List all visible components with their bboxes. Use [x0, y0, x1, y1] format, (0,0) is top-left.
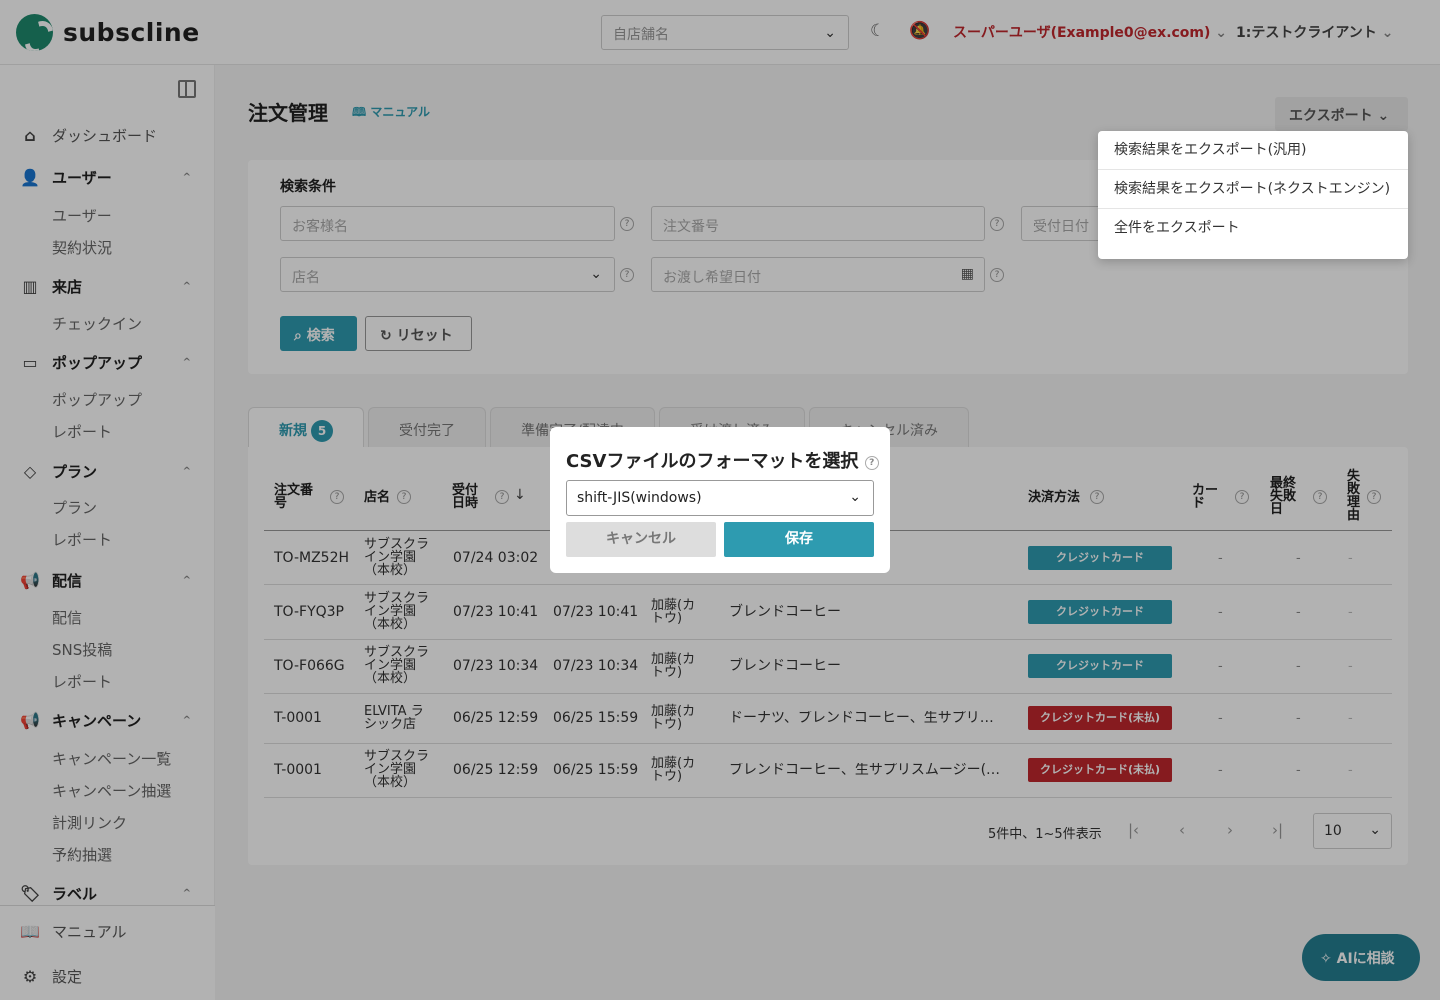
- csv-format-dialog: CSVファイルのフォーマットを選択 ? shift-JIS(windows) ⌄ …: [550, 427, 890, 573]
- dialog-title: CSVファイルのフォーマットを選択 ?: [566, 447, 879, 473]
- csv-format-select[interactable]: shift-JIS(windows) ⌄: [566, 480, 874, 516]
- save-button[interactable]: 保存: [724, 522, 874, 557]
- help-icon[interactable]: ?: [864, 456, 879, 470]
- csv-format-value: shift-JIS(windows): [577, 490, 702, 506]
- export-dropdown-menu: 検索結果をエクスポート(汎用) 検索結果をエクスポート(ネクストエンジン) 全件…: [1098, 131, 1408, 259]
- chevron-down-icon: ⌄: [849, 489, 861, 505]
- cancel-button[interactable]: キャンセル: [566, 522, 716, 557]
- dialog-title-text: CSVファイルのフォーマットを選択: [566, 451, 859, 472]
- menu-item-export-generic[interactable]: 検索結果をエクスポート(汎用): [1098, 131, 1408, 170]
- menu-item-export-all[interactable]: 全件をエクスポート: [1098, 209, 1408, 248]
- menu-item-export-nextengine[interactable]: 検索結果をエクスポート(ネクストエンジン): [1098, 170, 1408, 209]
